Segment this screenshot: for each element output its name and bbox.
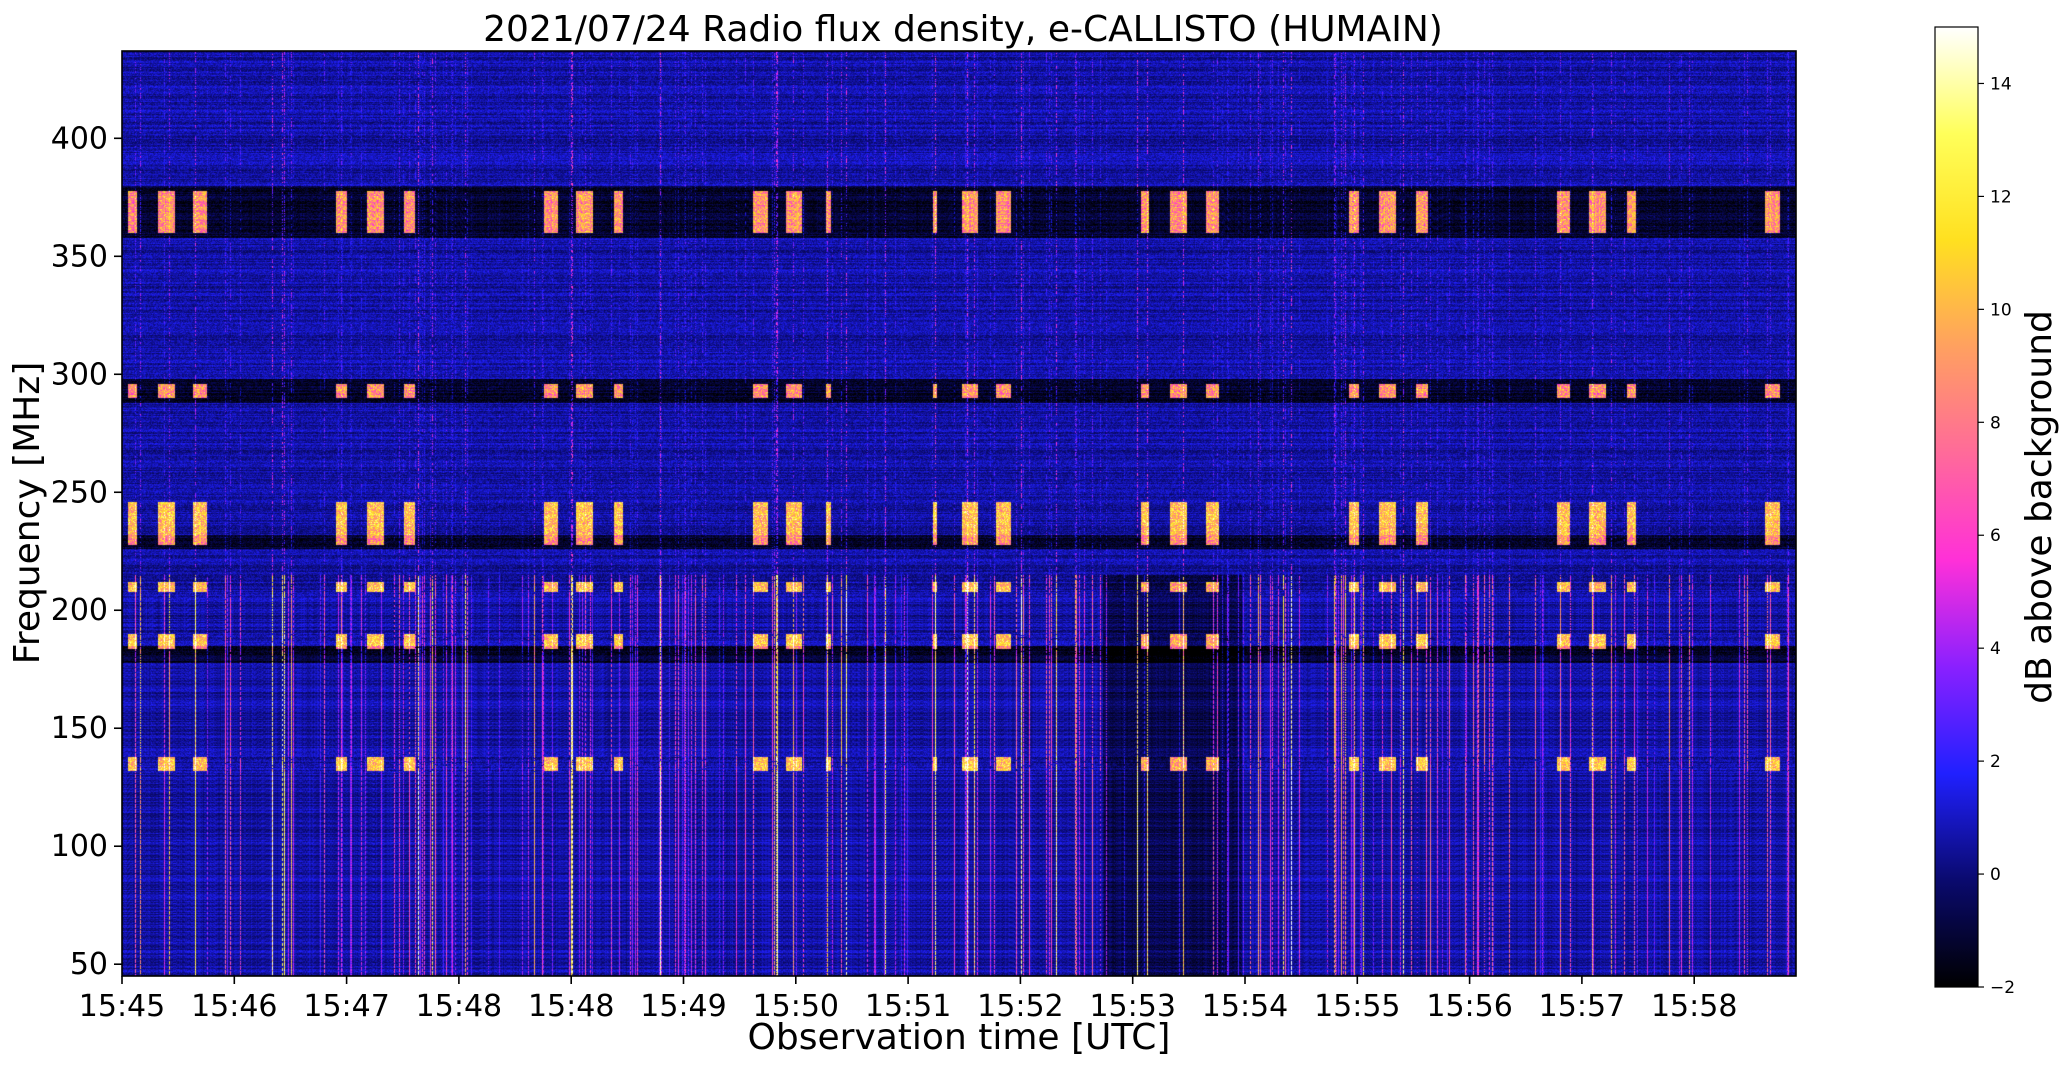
colorbar-gradient xyxy=(1935,27,1978,987)
colorbar-tick-label: 0 xyxy=(1990,865,2001,885)
chart-title: 2021/07/24 Radio flux density, e-CALLIST… xyxy=(483,9,1443,50)
x-tick-label: 15:48 xyxy=(528,989,614,1024)
x-tick-label: 15:54 xyxy=(1202,989,1288,1024)
y-tick-label: 250 xyxy=(51,475,108,510)
x-tick-label: 15:48 xyxy=(416,989,502,1024)
spectrogram-image xyxy=(122,51,1796,976)
y-tick-label: 100 xyxy=(51,829,108,864)
colorbar-tick-label: 12 xyxy=(1990,187,2012,207)
x-tick-label: 15:49 xyxy=(640,989,726,1024)
x-tick-label: 15:58 xyxy=(1651,989,1737,1024)
y-tick-label: 400 xyxy=(51,121,108,156)
colorbar-tick-label: 4 xyxy=(1990,639,2001,659)
x-tick-label: 15:56 xyxy=(1426,989,1512,1024)
colorbar-tick-label: 2 xyxy=(1990,752,2001,772)
x-tick-label: 15:57 xyxy=(1539,989,1625,1024)
x-axis-label: Observation time [UTC] xyxy=(748,1017,1171,1058)
x-tick-label: 15:45 xyxy=(79,989,165,1024)
x-tick-label: 15:46 xyxy=(191,989,277,1024)
x-tick-label: 15:55 xyxy=(1314,989,1400,1024)
y-tick-label: 300 xyxy=(51,357,108,392)
spectrogram-figure: 2021/07/24 Radio flux density, e-CALLIST… xyxy=(7,9,2060,1058)
x-tick-label: 15:47 xyxy=(303,989,389,1024)
colorbar-tick-label: 10 xyxy=(1990,300,2012,320)
y-tick-label: 350 xyxy=(51,239,108,274)
y-tick-label: 150 xyxy=(51,711,108,746)
y-axis-label: Frequency [MHz] xyxy=(7,362,48,665)
colorbar-ticks: −2 0 2 4 6 8 10 12 14 xyxy=(1978,74,2015,998)
colorbar-label: dB above background xyxy=(2019,310,2060,704)
colorbar-tick-label: 6 xyxy=(1990,526,2001,546)
y-axis-ticks: 50 100 150 200 250 300 350 400 xyxy=(51,121,122,982)
colorbar-tick-label: 14 xyxy=(1990,74,2012,94)
y-tick-label: 50 xyxy=(70,947,108,982)
colorbar-tick-label: −2 xyxy=(1990,978,2015,998)
y-tick-label: 200 xyxy=(51,593,108,628)
colorbar-tick-label: 8 xyxy=(1990,413,2001,433)
colorbar: −2 0 2 4 6 8 10 12 14 dB above background xyxy=(1934,26,2060,998)
plot-area xyxy=(121,50,1797,977)
